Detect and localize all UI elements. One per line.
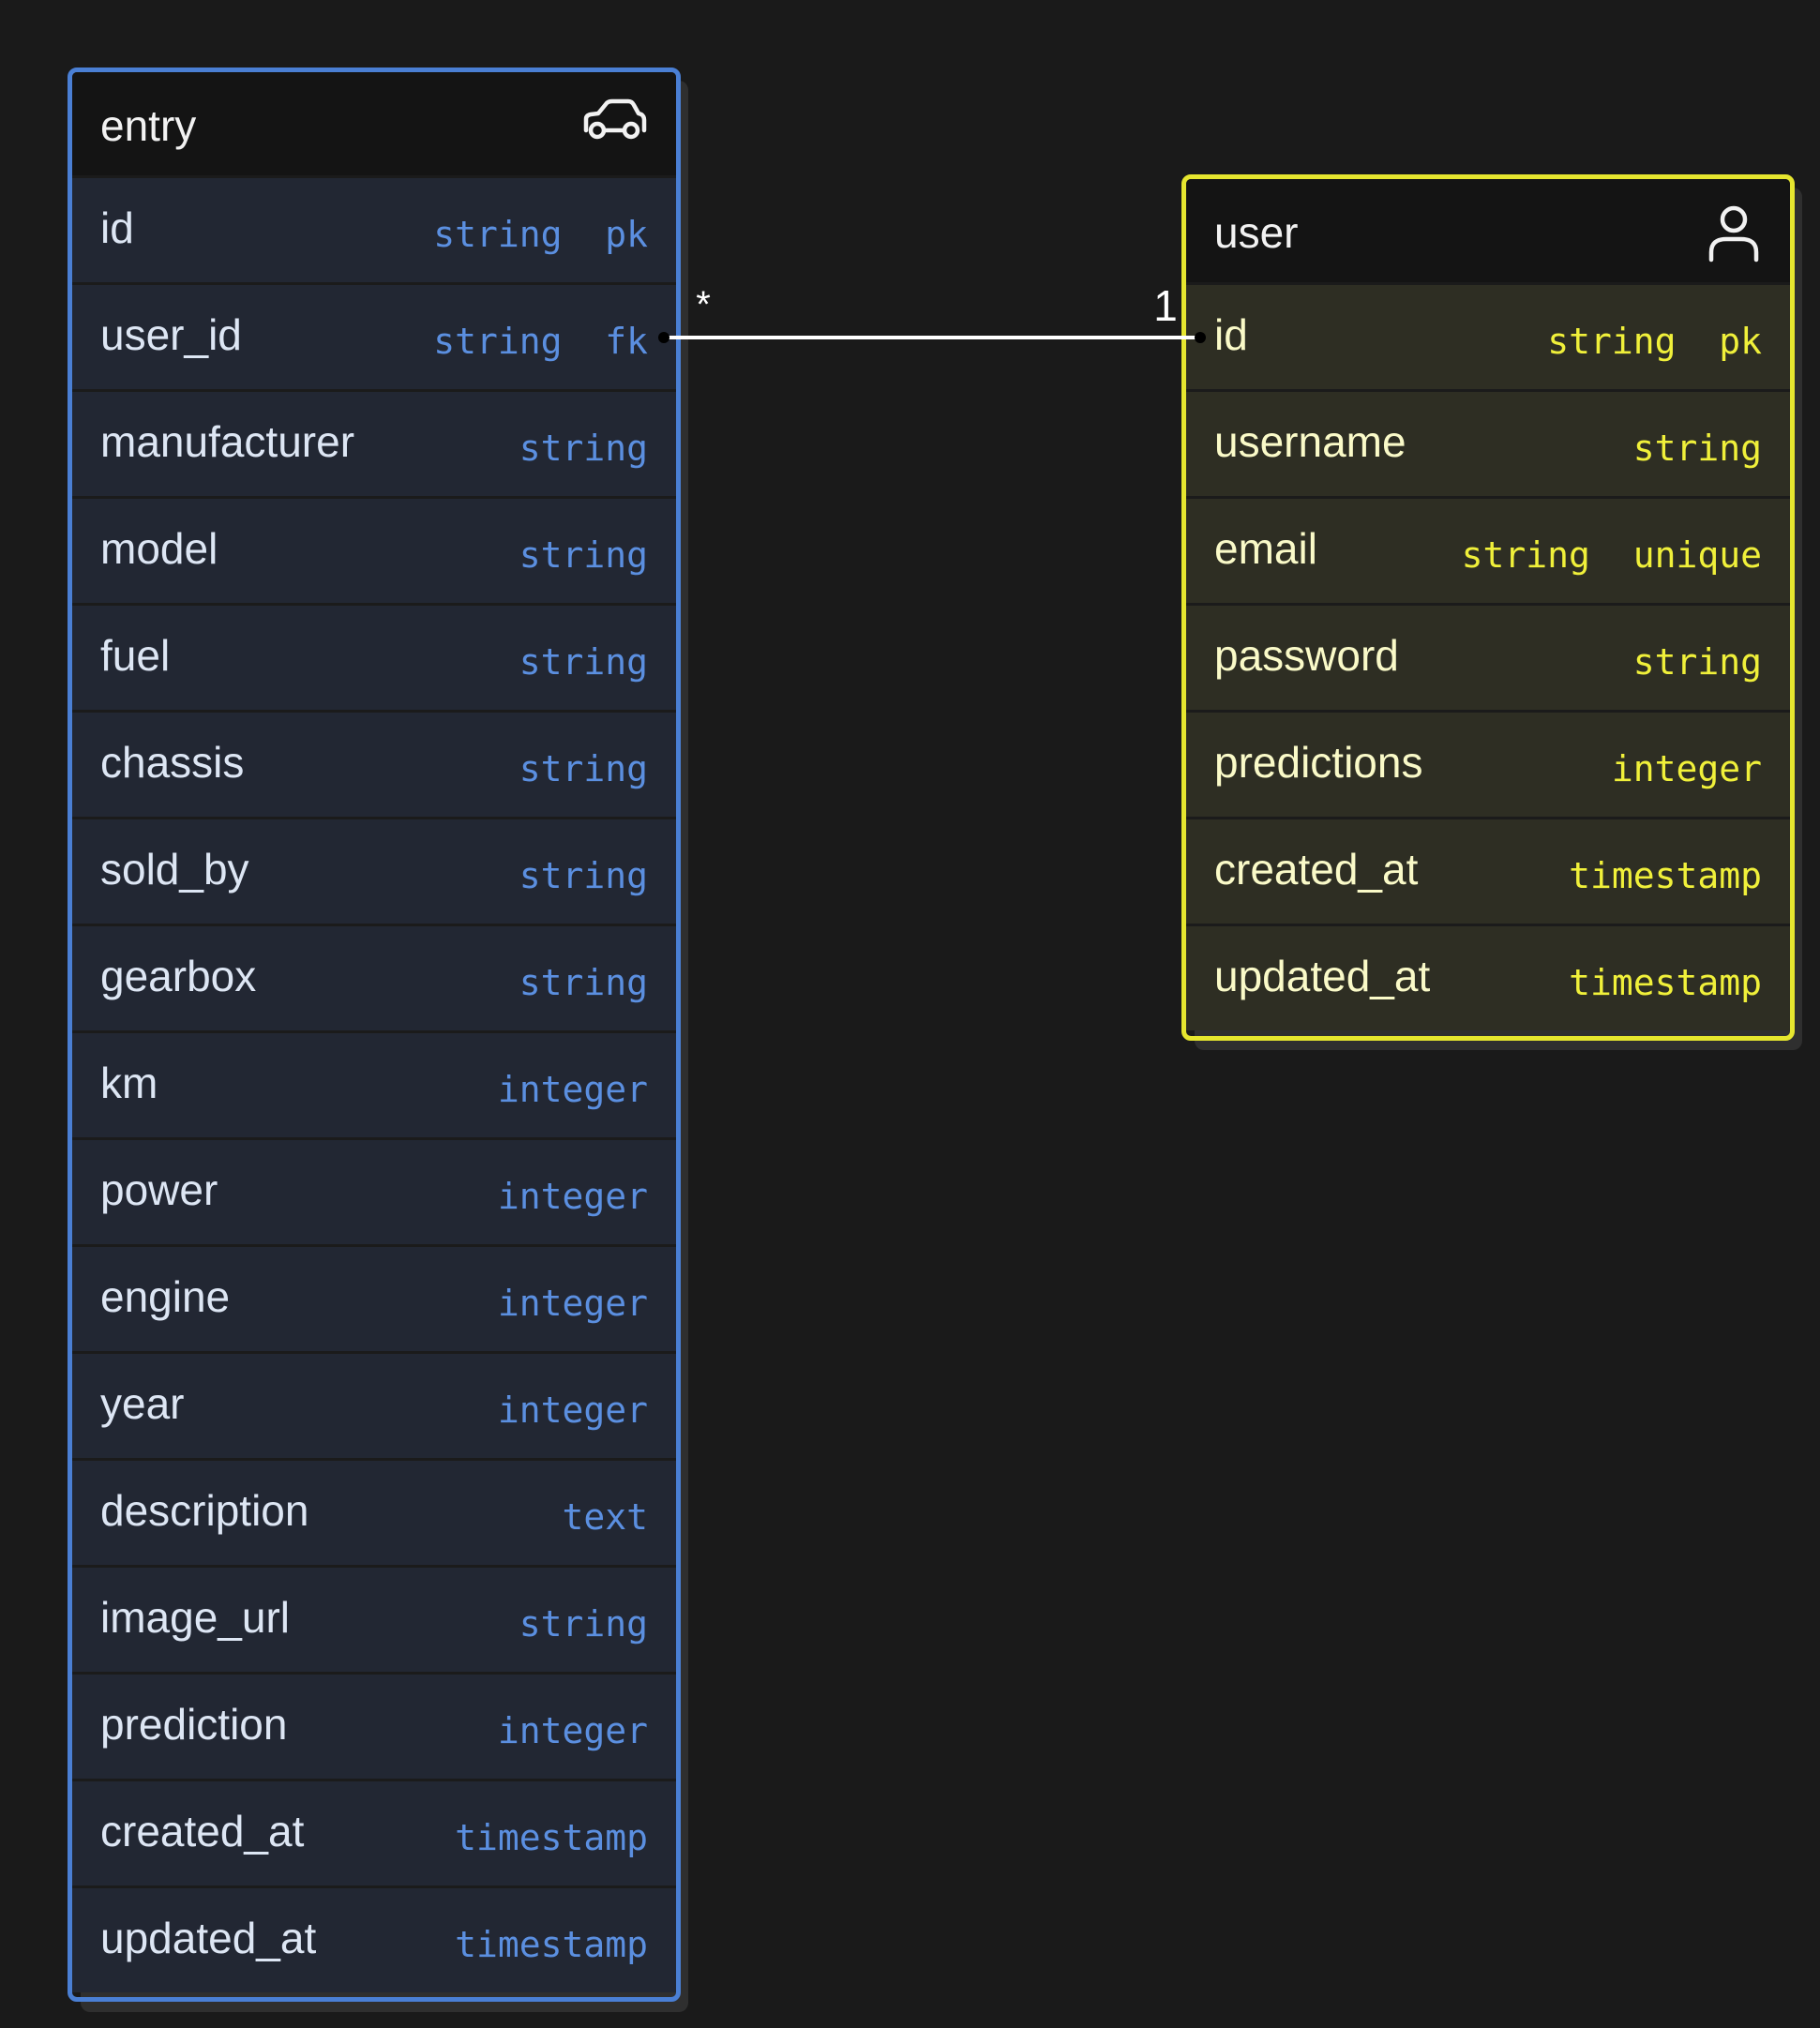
relationship-endpoint-user — [1195, 332, 1206, 343]
relationship-layer: * 1 — [658, 281, 1206, 343]
relationship-endpoint-entry — [658, 332, 669, 343]
many-cardinality-label: * — [696, 284, 711, 325]
one-cardinality-label: 1 — [1153, 281, 1178, 330]
